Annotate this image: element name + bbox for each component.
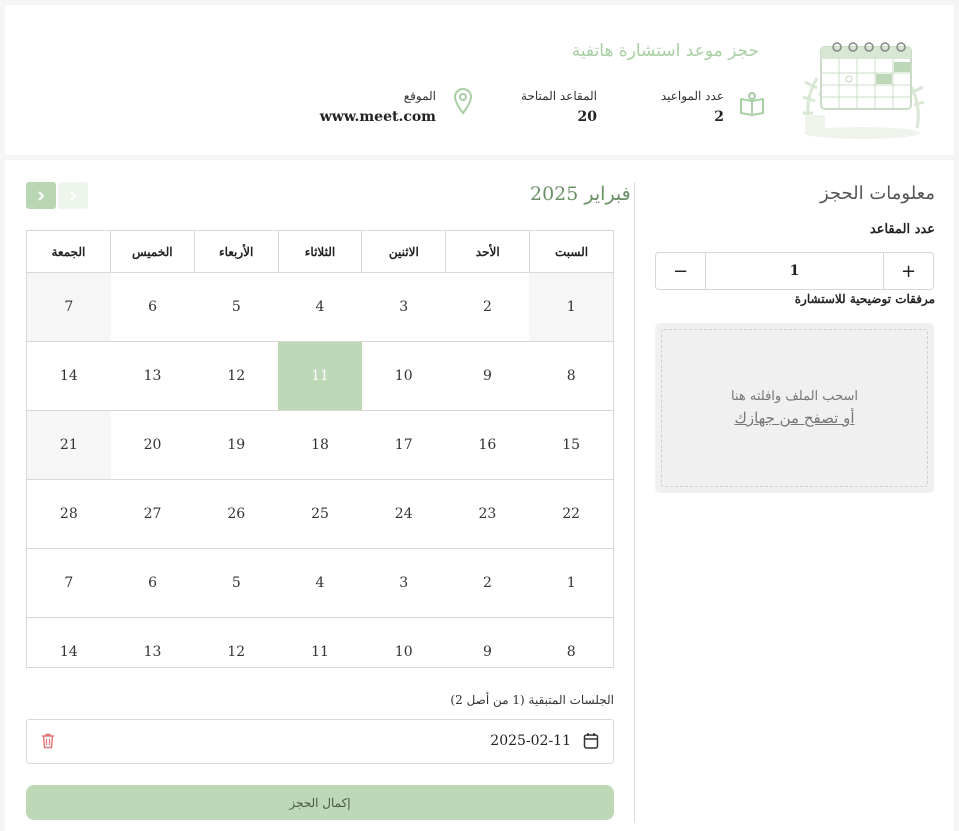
booking-card: معلومات الحجز عدد المقاعد + 1 − مرفقات ت…: [5, 160, 954, 831]
calendar-day-cell[interactable]: 10: [362, 342, 446, 410]
complete-booking-button[interactable]: إكمال الحجز: [26, 785, 614, 820]
weekday-label: السبت: [529, 231, 613, 272]
book-icon: [740, 92, 764, 116]
calendar-grid: السبت الأحد الاثنين الثلاثاء الأربعاء ال…: [26, 230, 614, 668]
calendar-day-cell[interactable]: 6: [111, 273, 195, 341]
calendar-day-cell[interactable]: 25: [278, 480, 362, 548]
weekday-label: الأحد: [445, 231, 529, 272]
calendar-day-cell[interactable]: 1: [529, 549, 613, 617]
calendar-day-cell[interactable]: 6: [111, 549, 195, 617]
stat-location: الموقع www.meet.com: [320, 89, 436, 125]
calendar-day-cell[interactable]: 13: [111, 618, 195, 667]
calendar-day-cell[interactable]: 18: [278, 411, 362, 479]
booking-info-title: معلومات الحجز: [819, 183, 935, 204]
weekday-label: الثلاثاء: [277, 231, 362, 272]
calendar-day-cell[interactable]: 14: [27, 342, 111, 410]
stat-label: عدد المواعيد: [660, 89, 724, 103]
map-pin-icon: [453, 88, 473, 115]
stat-value: 20: [577, 109, 597, 125]
attachments-label: مرفقات توضيحية للاستشارة: [794, 292, 935, 306]
calendar-day-cell[interactable]: 23: [446, 480, 530, 548]
prev-month-button[interactable]: [58, 182, 88, 209]
dropzone-border: [661, 329, 928, 487]
month-title: فبراير 2025: [530, 183, 631, 205]
calendar-week-row: 1234567: [27, 273, 613, 342]
stat-value: www.meet.com: [319, 109, 436, 125]
calendar-day-cell[interactable]: 13: [111, 342, 195, 410]
calendar-day-cell[interactable]: 24: [362, 480, 446, 548]
chevron-right-icon: [38, 190, 45, 201]
calendar-day-cell[interactable]: 3: [362, 549, 446, 617]
next-month-button[interactable]: [26, 182, 56, 209]
trash-icon[interactable]: [41, 733, 55, 749]
calendar-day-cell[interactable]: 8: [529, 618, 613, 667]
stat-available-seats: المقاعد المتاحة 20: [521, 89, 597, 125]
session-item: 2025-02-11: [26, 719, 614, 764]
decrement-button[interactable]: −: [656, 253, 706, 289]
increment-button[interactable]: +: [883, 253, 933, 289]
calendar-day-cell[interactable]: 14: [27, 618, 111, 667]
calendar-day-cell[interactable]: 1: [529, 273, 613, 341]
stat-label: الموقع: [403, 89, 436, 103]
stat-label: المقاعد المتاحة: [521, 89, 597, 103]
calendar-day-cell[interactable]: 7: [27, 273, 111, 341]
divider: [634, 182, 635, 822]
seats-quantity[interactable]: 1: [706, 253, 883, 289]
calendar-day-cell[interactable]: 5: [194, 549, 278, 617]
calendar-week-row: 8 9 10 11 12 13 14: [27, 342, 613, 411]
page-title: حجز موعد استشارة هاتفية: [571, 41, 759, 61]
calendar-illustration-icon: [802, 42, 925, 139]
calendar-day-cell[interactable]: 27: [111, 480, 195, 548]
browse-files-link[interactable]: أو تصفح من جهازك: [655, 409, 934, 427]
calendar-day-cell[interactable]: 8: [529, 342, 613, 410]
calendar-day-cell[interactable]: 26: [194, 480, 278, 548]
remaining-sessions-label: الجلسات المتبقية (1 من أصل 2): [450, 693, 614, 707]
calendar-week-row: 15 16 17 18 19 20 21: [27, 411, 613, 480]
calendar-body: 1 2 3 4 5 6 7 8 9 10 11 12 13 14 15 16 17 18 19 20 21 22 23 24 2…: [27, 273, 613, 667]
calendar-day-cell[interactable]: 2: [446, 549, 530, 617]
calendar-day-cell[interactable]: 5: [194, 273, 278, 341]
calendar-day-cell[interactable]: 9: [446, 342, 530, 410]
calendar-day-cell[interactable]: 2: [446, 273, 530, 341]
weekday-label: الجمعة: [51, 244, 86, 259]
calendar-day-cell[interactable]: 19: [194, 411, 278, 479]
session-date: 2025-02-11: [490, 733, 571, 749]
weekday-label: الأربعاء: [193, 231, 278, 272]
weekday-label: الاثنين: [361, 231, 445, 272]
calendar-day-cell[interactable]: 3: [362, 273, 446, 341]
calendar-day-cell[interactable]: 7: [27, 549, 111, 617]
seats-stepper: + 1 −: [655, 252, 934, 290]
calendar-day-cell[interactable]: 22: [529, 480, 613, 548]
calendar-icon: [583, 733, 599, 749]
calendar-day-cell[interactable]: 9: [446, 618, 530, 667]
calendar-day-cell[interactable]: 11: [278, 618, 362, 667]
header-card: حجز موعد استشارة هاتفية عدد المواعيد 2 ا…: [5, 5, 954, 155]
seats-label: عدد المقاعد: [869, 222, 935, 237]
calendar-day-cell[interactable]: 20: [111, 411, 195, 479]
calendar-day-cell[interactable]: 4: [278, 549, 362, 617]
dropzone-text: اسحب الملف وافلته هنا: [731, 389, 858, 404]
stat-appointments: عدد المواعيد 2: [661, 89, 724, 125]
calendar-day-cell[interactable]: 12: [194, 618, 278, 667]
calendar-day-cell[interactable]: 16: [446, 411, 530, 479]
calendar-day-cell[interactable]: 17: [362, 411, 446, 479]
chevron-right-icon: [70, 190, 77, 201]
weekday-label: الخميس: [109, 231, 194, 272]
calendar-day-cell[interactable]: 21: [27, 411, 111, 479]
calendar-day-cell[interactable]: 28: [27, 480, 111, 548]
stat-value: 2: [714, 109, 724, 125]
calendar-day-cell[interactable]: 4: [278, 273, 362, 341]
calendar-day-cell[interactable]: 15: [529, 411, 613, 479]
calendar-week-row: 1234567: [27, 549, 613, 618]
weekday-header: السبت الأحد الاثنين الثلاثاء الأربعاء ال…: [27, 231, 613, 273]
calendar-day-cell[interactable]: 10: [362, 618, 446, 667]
file-dropzone[interactable]: اسحب الملف وافلته هنا أو تصفح من جهازك: [655, 323, 934, 493]
calendar-week-row: 8 9 10 11 12 13 14: [27, 618, 613, 667]
calendar-week-row: 22 23 24 25 26 27 28: [27, 480, 613, 549]
calendar-day-cell[interactable]: 12: [194, 342, 278, 410]
calendar-day-cell[interactable]: 11: [278, 342, 362, 410]
